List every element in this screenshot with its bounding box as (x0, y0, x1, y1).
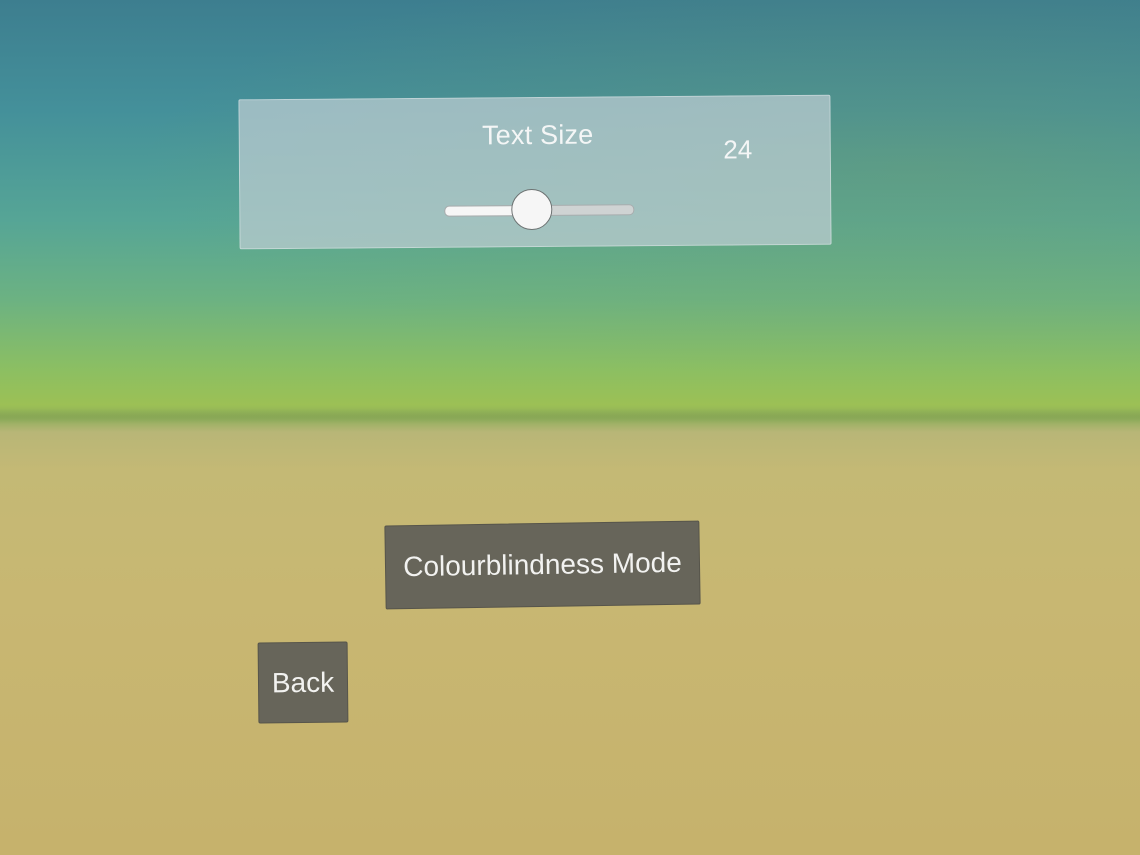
text-size-slider[interactable] (444, 188, 635, 231)
colourblindness-mode-button[interactable]: Colourblindness Mode (384, 520, 701, 610)
horizon (0, 408, 1140, 424)
vr-scene-background: Text Size 24 Colourblindness Mode Back (0, 0, 1140, 855)
text-size-value: 24 (723, 134, 753, 165)
back-button[interactable]: Back (257, 641, 349, 724)
slider-handle[interactable] (511, 188, 553, 231)
text-size-panel: Text Size 24 (238, 94, 832, 250)
